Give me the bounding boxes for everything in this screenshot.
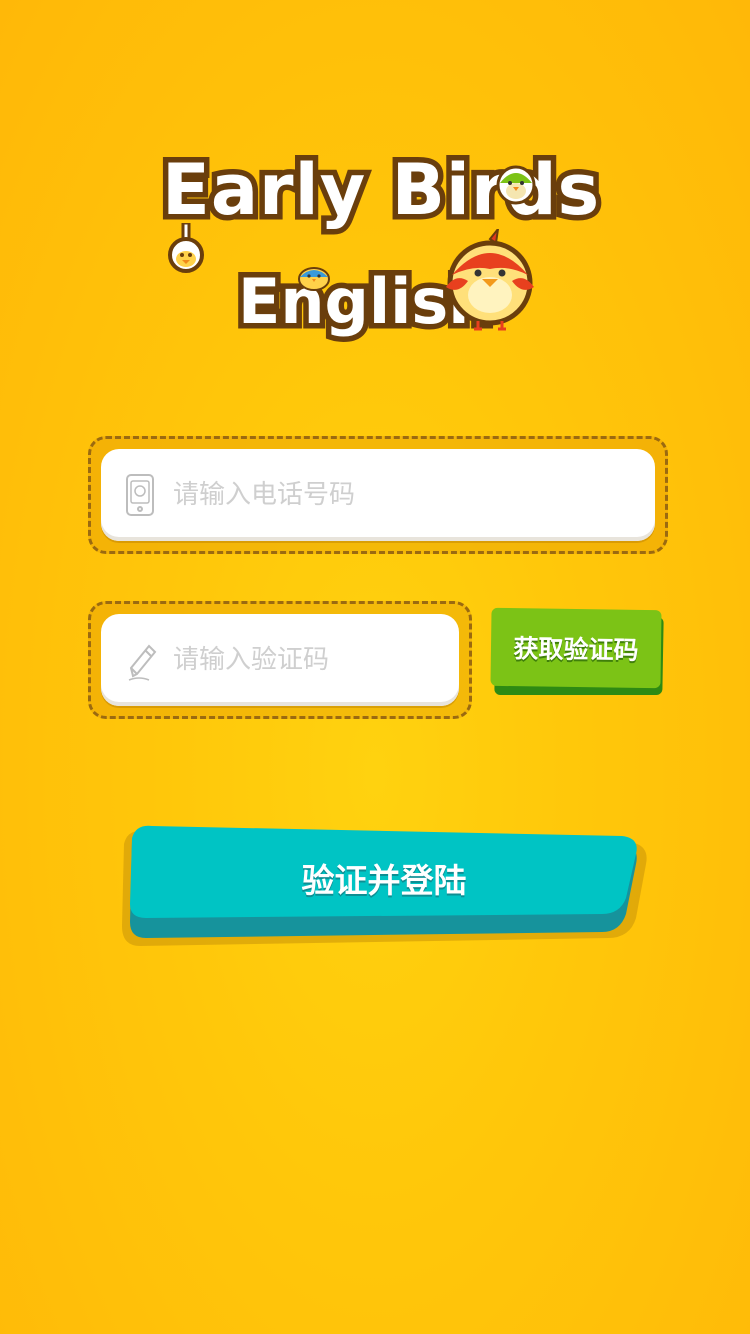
phone-icon xyxy=(126,474,154,516)
phone-field-frame xyxy=(88,436,668,554)
duck-icon xyxy=(168,223,204,273)
get-code-label: 获取验证码 xyxy=(490,607,662,689)
red-bird-icon xyxy=(446,229,534,331)
get-code-button[interactable]: 获取验证码 xyxy=(490,607,665,695)
code-field-frame xyxy=(88,601,472,719)
phone-input[interactable] xyxy=(173,480,655,510)
green-bird-icon xyxy=(496,165,536,205)
blue-bird-icon xyxy=(298,267,330,291)
code-field xyxy=(101,614,459,706)
pencil-icon xyxy=(128,644,157,681)
phone-field xyxy=(101,449,655,541)
login-label: 验证并登陆 xyxy=(301,861,467,900)
login-button[interactable]: 验证并登陆 xyxy=(118,814,650,954)
app-logo: Early Birds English xyxy=(150,125,610,355)
code-input[interactable] xyxy=(173,645,459,675)
